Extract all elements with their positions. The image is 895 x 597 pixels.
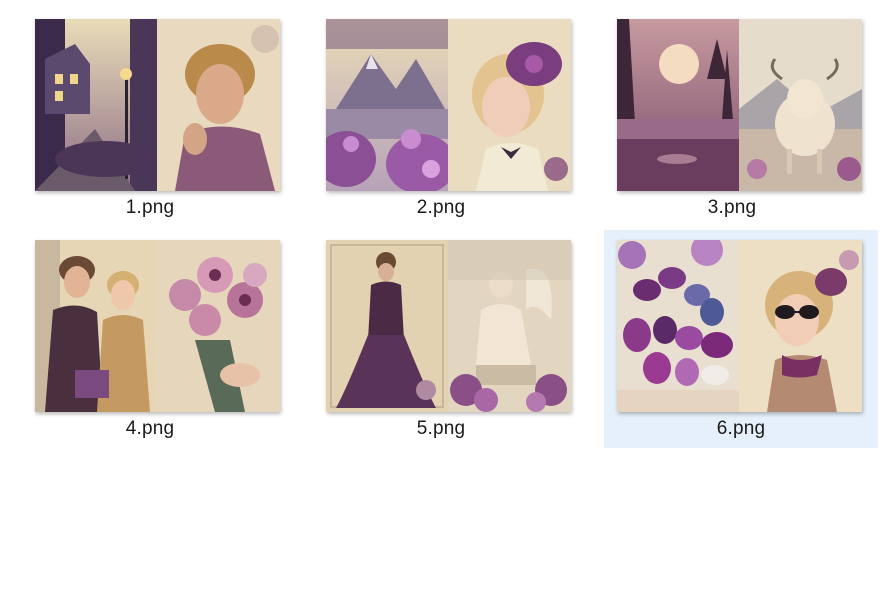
thumbnail-image-victorian-lady-and-angel — [326, 240, 571, 412]
file-tile-6[interactable]: 6.png — [604, 230, 878, 448]
thumbnail-image-mountains-and-girl — [326, 19, 571, 191]
thumbnail-image-couple-and-flowers — [35, 240, 280, 412]
thumbnail-image-moon-lake-and-highland-cow — [617, 19, 862, 191]
file-name-label: 1.png — [125, 197, 175, 218]
thumbnail-3-png[interactable] — [617, 19, 862, 191]
file-name-label: 3.png — [707, 197, 757, 218]
file-explorer-view: 1.png 2.png 3.png 4.png 5.png 6.png — [0, 0, 895, 597]
thumbnail-6-png[interactable] — [617, 240, 862, 412]
file-tile-4[interactable]: 4.png — [14, 230, 286, 448]
file-name-label: 5.png — [416, 418, 466, 439]
file-tile-3[interactable]: 3.png — [596, 9, 868, 227]
thumbnail-5-png[interactable] — [326, 240, 571, 412]
file-name-label: 4.png — [125, 418, 175, 439]
file-name-label: 6.png — [716, 418, 766, 439]
file-tile-5[interactable]: 5.png — [305, 230, 577, 448]
file-tile-2[interactable]: 2.png — [305, 9, 577, 227]
thumbnail-1-png[interactable] — [35, 19, 280, 191]
file-name-label: 2.png — [416, 197, 466, 218]
thumbnail-4-png[interactable] — [35, 240, 280, 412]
file-tile-1[interactable]: 1.png — [14, 9, 286, 227]
thumbnail-2-png[interactable] — [326, 19, 571, 191]
thumbnail-image-eggs-and-woman-with-sunglasses — [617, 240, 862, 412]
thumbnail-image-cottage-and-young-man — [35, 19, 280, 191]
